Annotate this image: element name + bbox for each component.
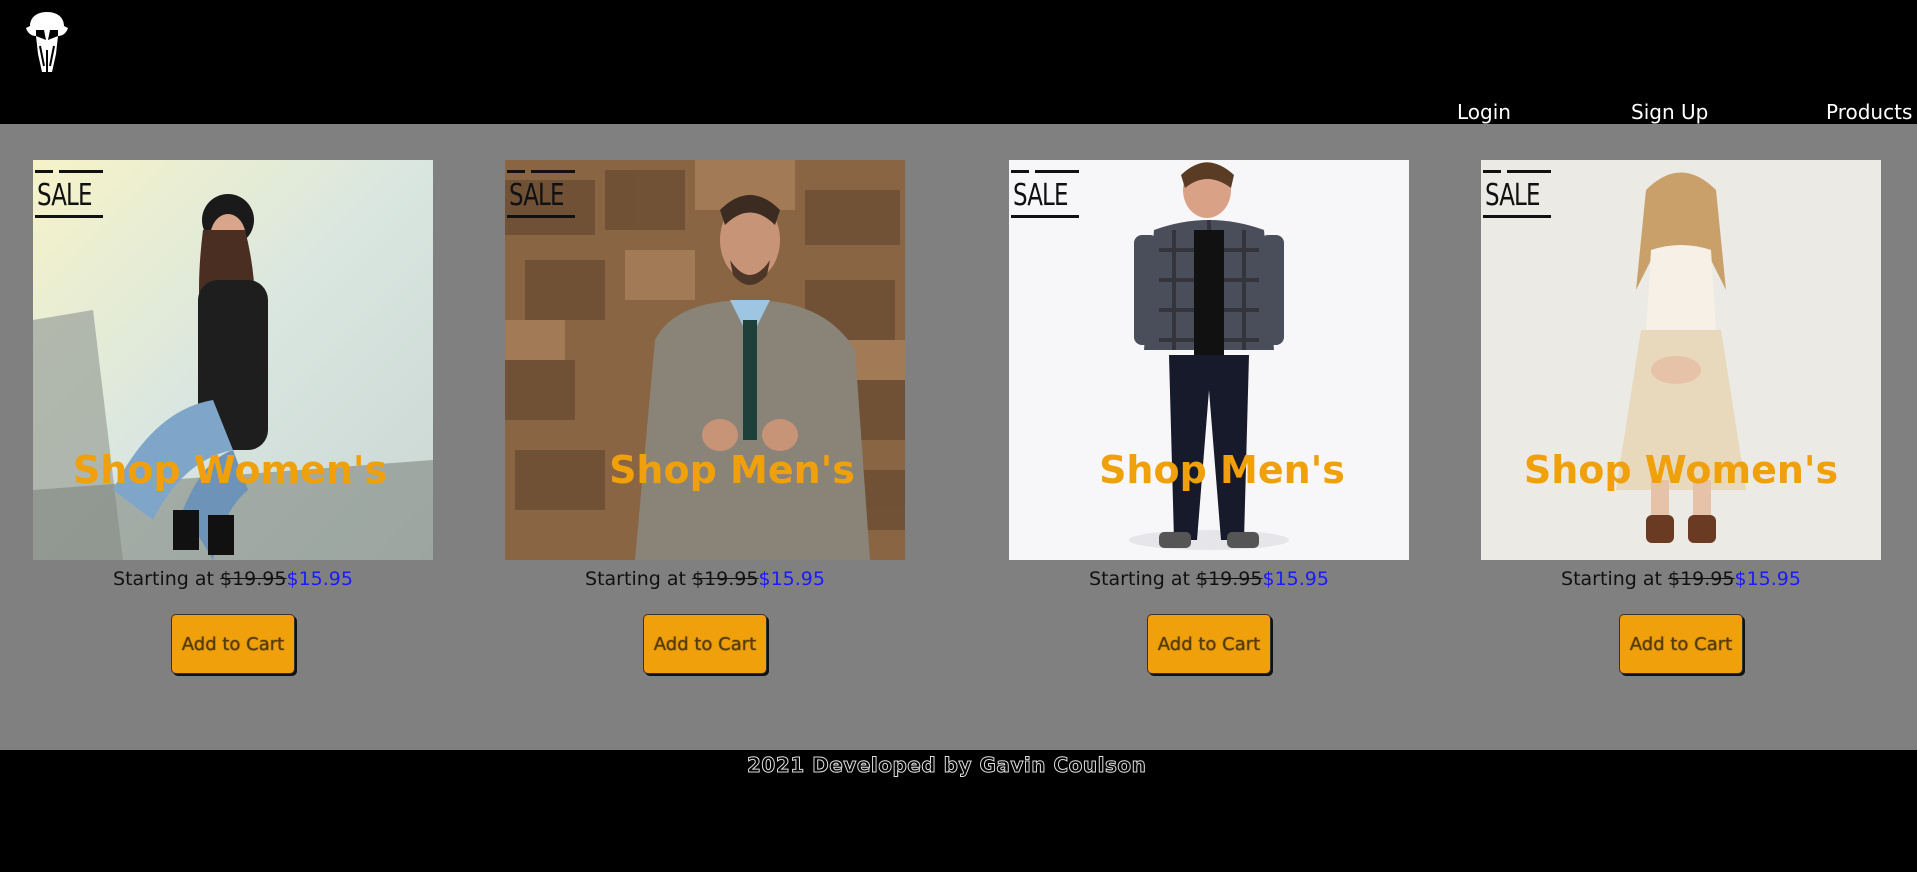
product-grid: SALE Shop Women's Starting at $19.95$15.… [0,124,1917,750]
mandalorian-skull-icon[interactable] [22,10,72,76]
site-header: Login Sign Up Products [0,0,1917,124]
price-line: Starting at $19.95$15.95 [505,568,905,590]
price-line: Starting at $19.95$15.95 [1481,568,1881,590]
add-to-cart-button[interactable]: Add to Cart [1147,614,1271,674]
price-prefix: Starting at [113,568,220,590]
price-prefix: Starting at [585,568,692,590]
old-price: $19.95 [692,568,759,590]
sale-badge: SALE [509,178,564,213]
sale-badge-line [1483,170,1501,173]
nav-login-link[interactable]: Login [1457,100,1511,124]
old-price: $19.95 [1196,568,1263,590]
product-card: SALE Shop Women's Starting at $19.95$15.… [1481,160,1881,674]
sale-badge-line [1035,170,1079,173]
sale-badge-line [35,170,53,173]
shop-label[interactable]: Shop Men's [559,448,905,492]
old-price: $19.95 [220,568,287,590]
old-price: $19.95 [1668,568,1735,590]
shop-label[interactable]: Shop Women's [33,448,433,492]
shop-label[interactable]: Shop Men's [1035,448,1409,492]
sale-price: $15.95 [1262,568,1329,590]
sale-badge-line [507,215,575,218]
price-prefix: Starting at [1561,568,1668,590]
sale-badge: SALE [1485,178,1540,213]
sale-price: $15.95 [758,568,825,590]
nav-products-link[interactable]: Products [1826,100,1912,124]
product-card: SALE Shop Women's Starting at $19.95$15.… [33,160,433,674]
sale-badge-line [1011,215,1079,218]
product-card: SALE Shop Men's Starting at $19.95$15.95… [1009,160,1409,674]
sale-price: $15.95 [1734,568,1801,590]
sale-badge-line [35,215,103,218]
sale-badge-line [1507,170,1551,173]
shop-label[interactable]: Shop Women's [1481,448,1881,492]
site-footer: 2021 Developed by Gavin Coulson [0,750,1917,872]
sale-badge-line [507,170,525,173]
product-card: SALE Shop Men's Starting at $19.95$15.95… [505,160,905,674]
product-image-men-2[interactable]: SALE Shop Men's [1009,160,1409,560]
sale-badge: SALE [37,178,92,213]
sale-badge-line [531,170,575,173]
add-to-cart-button[interactable]: Add to Cart [643,614,767,674]
sale-badge-line [59,170,103,173]
product-image-men-1[interactable]: SALE Shop Men's [505,160,905,560]
price-prefix: Starting at [1089,568,1196,590]
add-to-cart-button[interactable]: Add to Cart [1619,614,1743,674]
sale-badge-line [1483,215,1551,218]
footer-credit: 2021 Developed by Gavin Coulson [746,753,1147,778]
sale-price: $15.95 [286,568,353,590]
sale-badge-line [1011,170,1029,173]
add-to-cart-button[interactable]: Add to Cart [171,614,295,674]
sale-badge: SALE [1013,178,1068,213]
product-image-women-2[interactable]: SALE Shop Women's [1481,160,1881,560]
price-line: Starting at $19.95$15.95 [33,568,433,590]
product-image-women-1[interactable]: SALE Shop Women's [33,160,433,560]
price-line: Starting at $19.95$15.95 [1009,568,1409,590]
nav-signup-link[interactable]: Sign Up [1631,100,1708,124]
